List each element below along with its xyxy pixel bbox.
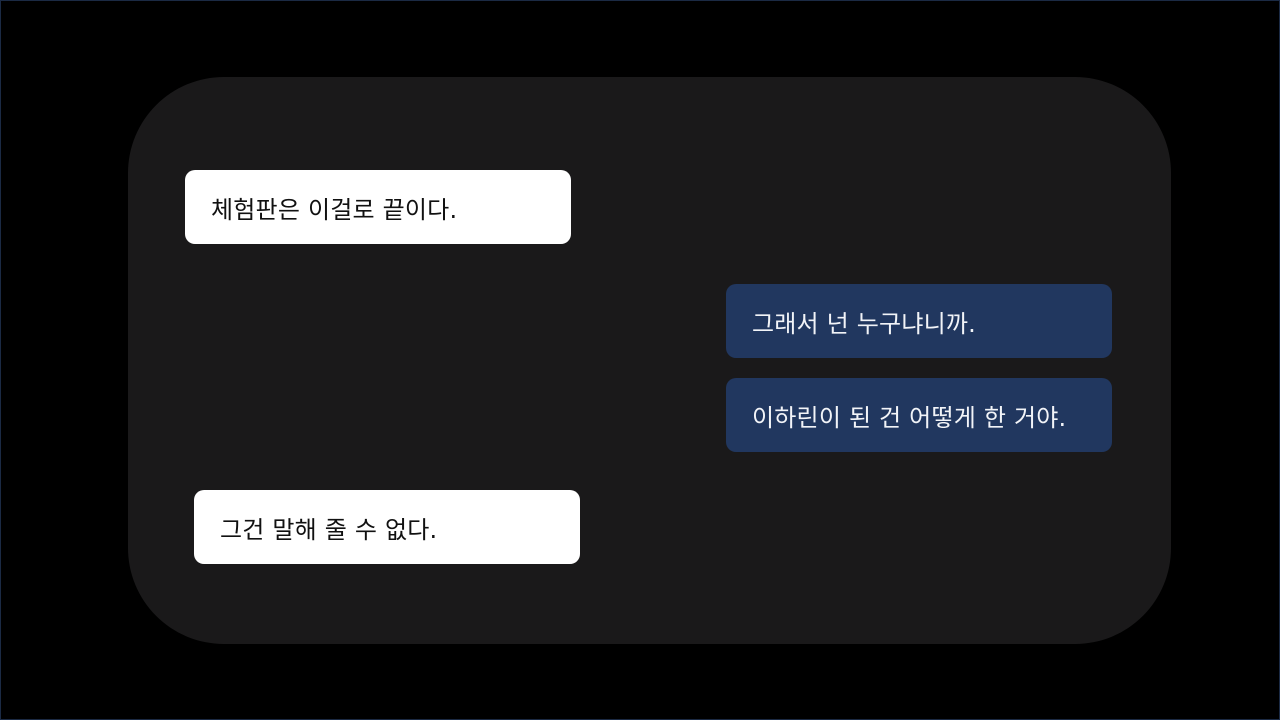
message-text: 이하린이 된 건 어떻게 한 거야. <box>752 403 1067 432</box>
message-text: 그건 말해 줄 수 없다. <box>220 515 438 544</box>
message-text: 체험판은 이걸로 끝이다. <box>211 195 458 224</box>
message-bubble-incoming: 체험판은 이걸로 끝이다. <box>185 170 571 244</box>
message-bubble-outgoing: 이하린이 된 건 어떻게 한 거야. <box>726 378 1112 452</box>
message-bubble-outgoing: 그래서 넌 누구냐니까. <box>726 284 1112 358</box>
message-bubble-incoming: 그건 말해 줄 수 없다. <box>194 490 580 564</box>
message-text: 그래서 넌 누구냐니까. <box>752 309 977 338</box>
